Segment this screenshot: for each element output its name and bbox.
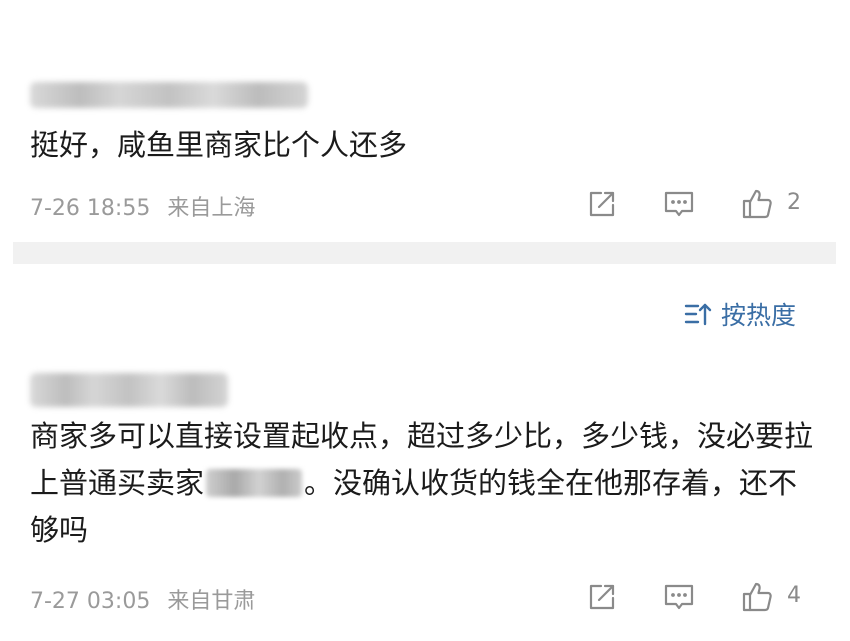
username-blurred[interactable]	[30, 373, 228, 407]
sort-by-hot-button[interactable]: 按热度	[683, 297, 796, 331]
comment-actions: 2	[0, 184, 850, 224]
comment-text: 挺好，咸鱼里商家比个人还多	[30, 128, 408, 162]
like-count: 4	[787, 583, 801, 608]
reply-icon[interactable]	[662, 580, 696, 614]
comment-actions: 4	[0, 577, 850, 617]
share-icon[interactable]	[585, 187, 619, 221]
username-blurred[interactable]	[30, 82, 308, 108]
comment-item: 挺好，咸鱼里商家比个人还多 7-26 18:55 来自上海 2	[0, 0, 850, 242]
section-separator	[13, 242, 836, 264]
share-icon[interactable]	[585, 580, 619, 614]
sort-label: 按热度	[721, 301, 797, 330]
reply-icon[interactable]	[662, 187, 696, 221]
like-icon[interactable]	[740, 187, 774, 221]
like-count: 2	[787, 190, 801, 215]
like-icon[interactable]	[740, 580, 774, 614]
comment-item: 商家多可以直接设置起收点，超过多少比，多少钱，没必要拉上普通买卖家 。没确认收货的…	[0, 362, 850, 641]
comment-text: 商家多可以直接设置起收点，超过多少比，多少钱，没必要拉上普通买卖家 。没确认收货的…	[30, 413, 820, 554]
redacted-text	[206, 469, 303, 497]
sort-icon	[684, 303, 712, 326]
